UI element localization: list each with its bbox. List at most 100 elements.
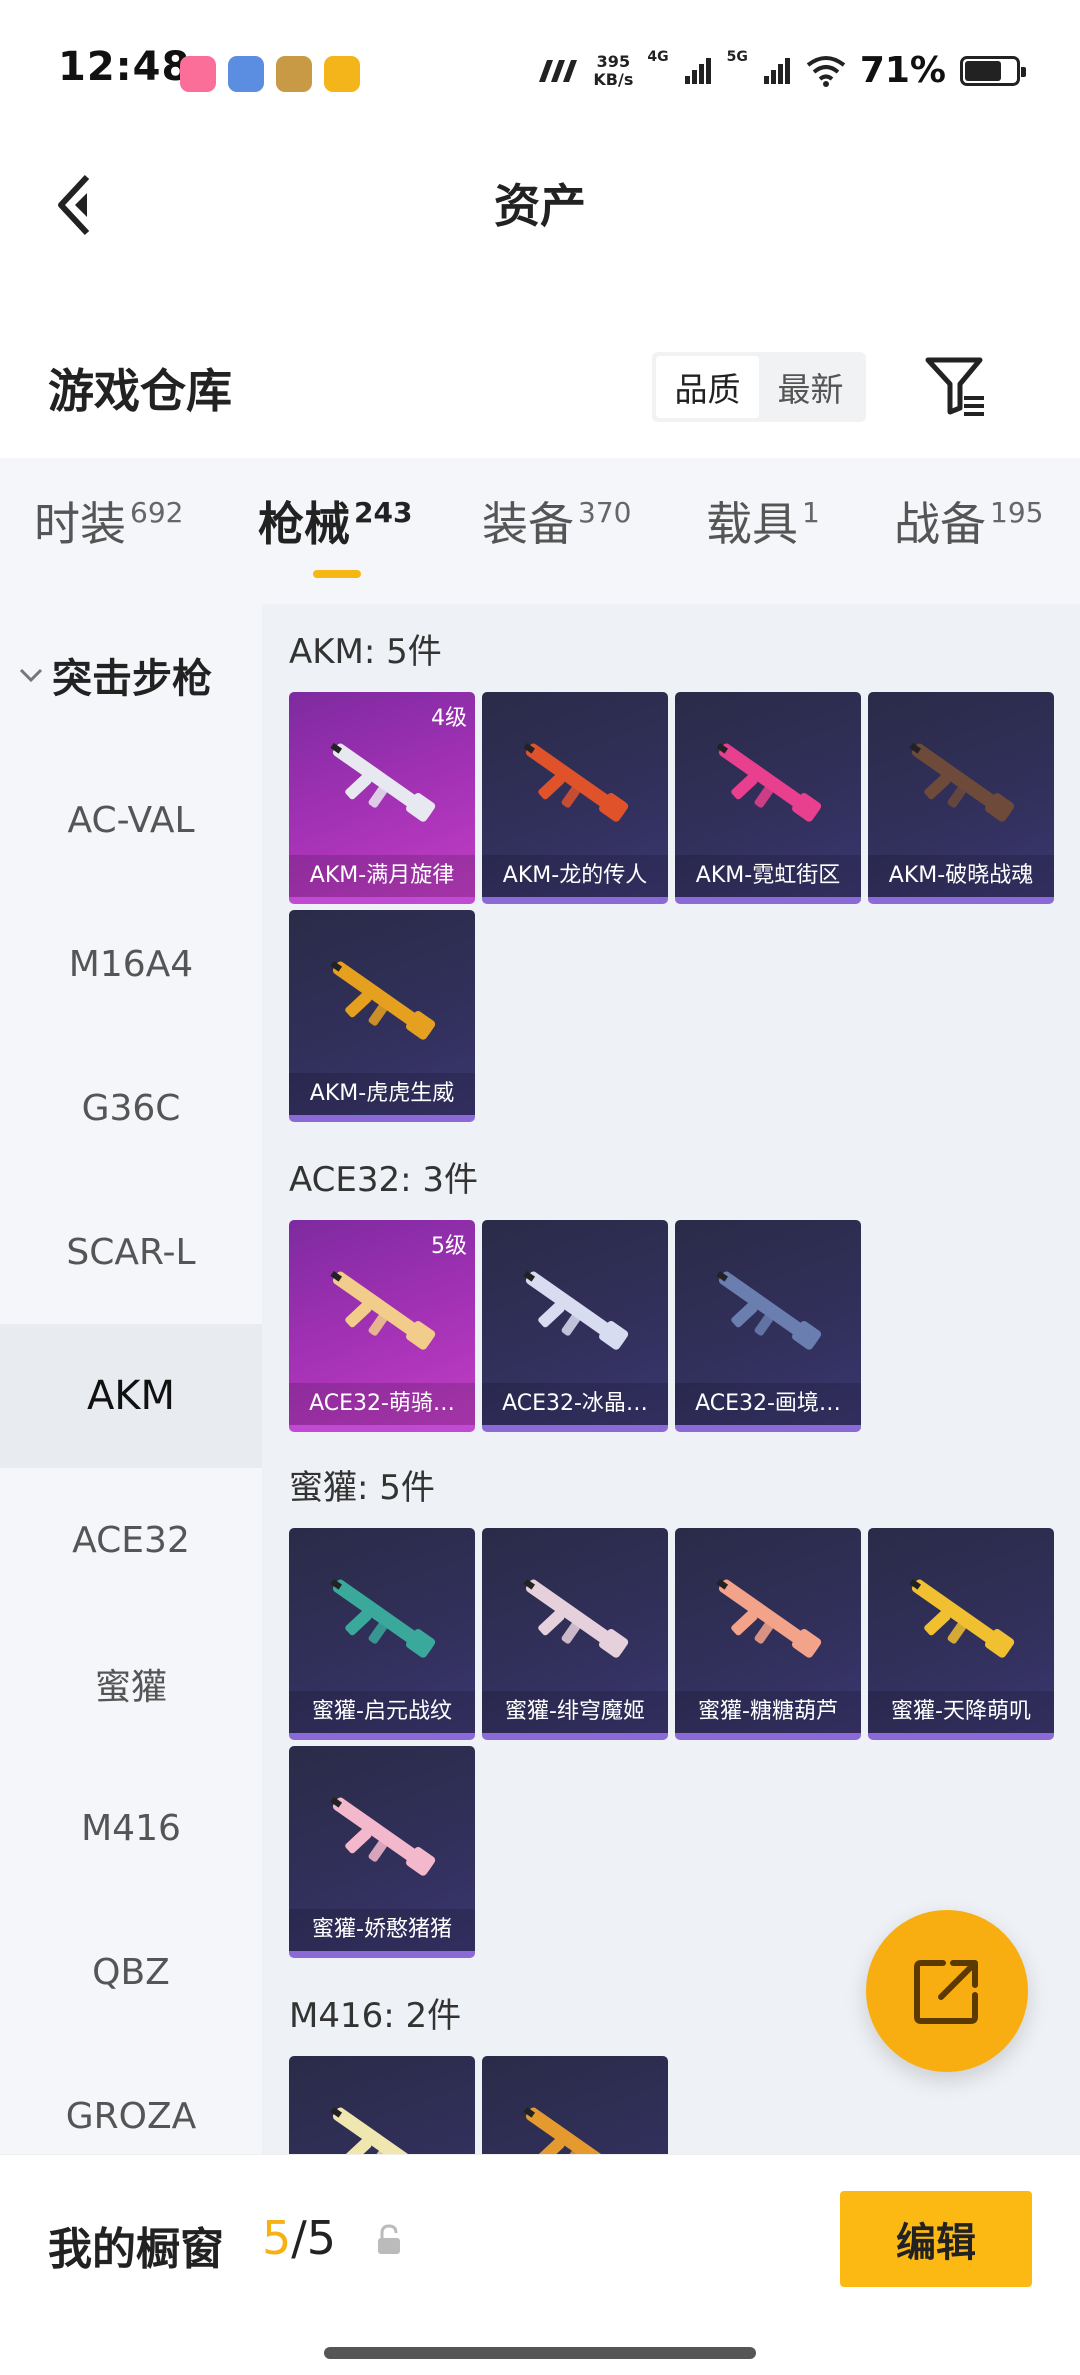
side-item-akm[interactable]: AKM — [0, 1324, 262, 1468]
weapon-card[interactable]: AKM-霓虹街区 — [675, 692, 861, 904]
rifle-icon — [716, 1270, 822, 1350]
tab-label: 枪械 — [258, 497, 350, 551]
side-item-m16a4[interactable]: M16A4 — [0, 892, 262, 1036]
notification-icons — [180, 56, 360, 92]
tab-label: 战备 — [894, 497, 986, 551]
tab-count: 370 — [578, 496, 632, 529]
showcase-title: 我的橱窗 — [48, 2224, 224, 2275]
weapon-card[interactable] — [289, 2056, 475, 2154]
level-badge: 4级 — [431, 706, 467, 731]
weapon-card-name: ACE32-萌骑… — [289, 1383, 475, 1425]
rifle-icon — [330, 2106, 433, 2154]
weapon-card[interactable]: 5级 ACE32-萌骑… — [289, 1220, 475, 1432]
showcase-total: 5 — [306, 2211, 337, 2265]
rifle-icon — [523, 2106, 626, 2154]
side-item-m416[interactable]: M416 — [0, 1756, 262, 1900]
weapon-card[interactable]: AKM-破晓战魂 — [868, 692, 1054, 904]
category-tabs: 时装 692 枪械 243 装备 370 载具 1 战备 195 — [0, 458, 1080, 604]
weapon-card[interactable]: 蜜獾-绯穹魔姬 — [482, 1528, 668, 1740]
tab-vehicles[interactable]: 载具 1 — [706, 488, 820, 554]
weapon-card-name: 蜜獾-娇憨猪猪 — [289, 1909, 475, 1951]
weapon-card-name: 蜜獾-绯穹魔姬 — [482, 1691, 668, 1733]
status-time: 12:48 — [58, 44, 191, 90]
side-item-ac-val[interactable]: AC-VAL — [0, 748, 262, 892]
side-item-qbz[interactable]: QBZ — [0, 1900, 262, 2044]
signal-label-2: 5G — [726, 48, 748, 65]
battery-tip — [1021, 66, 1026, 77]
tab-count: 243 — [354, 496, 413, 529]
chevron-down-icon — [19, 668, 43, 683]
group-title-akm: AKM: 5件 — [289, 632, 442, 672]
weapon-card-name: AKM-虎虎生威 — [289, 1073, 475, 1115]
weapon-side-nav: 突击步枪 AC-VAL M16A4 G36C SCAR-L AKM ACE32 … — [0, 604, 262, 2154]
rifle-icon — [330, 742, 436, 822]
weapon-card-name: AKM-霓虹街区 — [675, 855, 861, 897]
rifle-icon — [716, 742, 822, 822]
signal-bars-icon — [684, 57, 711, 84]
weapon-card[interactable]: 蜜獾-启元战纹 — [289, 1528, 475, 1740]
weapon-card[interactable]: AKM-龙的传人 — [482, 692, 668, 904]
tab-weapons[interactable]: 枪械 243 — [258, 488, 412, 554]
weapon-card[interactable]: 蜜獾-糖糖葫芦 — [675, 1528, 861, 1740]
weapon-card-name: AKM-龙的传人 — [482, 855, 668, 897]
battery-fill — [965, 60, 1001, 81]
status-bar: 12:48 395 KB/s 4G 5G 71% — [0, 0, 1080, 140]
side-category-header[interactable]: 突击步枪 — [18, 646, 212, 704]
showcase-count: 5/5 — [262, 2211, 336, 2265]
rifle-icon — [909, 1578, 1015, 1658]
rifle-icon — [330, 1578, 436, 1658]
sort-latest-option[interactable]: 最新 — [759, 356, 862, 418]
weapon-card[interactable]: ACE32-画境… — [675, 1220, 861, 1432]
pubg-app-icon — [276, 56, 312, 92]
side-category-label: 突击步枪 — [52, 656, 212, 702]
warehouse-title: 游戏仓库 — [48, 364, 232, 418]
weapon-card[interactable]: AKM-虎虎生威 — [289, 910, 475, 1122]
weapon-card-name: ACE32-画境… — [675, 1383, 861, 1425]
side-item-g36c[interactable]: G36C — [0, 1036, 262, 1180]
tab-outfits[interactable]: 时装 692 — [34, 488, 183, 554]
weapon-card[interactable] — [482, 2056, 668, 2154]
group-title-m416: M416: 2件 — [289, 1996, 462, 2036]
battery-icon — [960, 55, 1026, 86]
level-badge: 5级 — [431, 1234, 467, 1259]
share-icon — [914, 1960, 978, 2024]
rifle-icon — [523, 1578, 629, 1658]
net-speed-value: 395 — [596, 51, 631, 71]
filter-icon — [925, 357, 984, 416]
rifle-icon — [909, 742, 1015, 822]
rifle-icon — [330, 1270, 436, 1350]
side-item-scar-l[interactable]: SCAR-L — [0, 1180, 262, 1324]
group-title-ace32: ACE32: 3件 — [289, 1160, 479, 1200]
sort-quality-option[interactable]: 品质 — [656, 356, 759, 418]
rifle-icon — [523, 1270, 629, 1350]
tab-count: 195 — [990, 496, 1044, 529]
active-tab-indicator — [313, 570, 361, 578]
weapon-card-name: AKM-满月旋律 — [289, 855, 475, 897]
tab-war-supplies[interactable]: 战备 195 — [894, 488, 1043, 554]
weapon-card[interactable]: ACE32-冰晶… — [482, 1220, 668, 1432]
side-item-honey-badger[interactable]: 蜜獾 — [0, 1612, 262, 1756]
net-speed: 395 KB/s — [593, 51, 633, 89]
signal-label-1: 4G — [647, 48, 669, 65]
game-app-icon — [228, 56, 264, 92]
share-button[interactable] — [866, 1910, 1028, 2072]
weapon-card-name: 蜜獾-启元战纹 — [289, 1691, 475, 1733]
weapon-card[interactable]: 4级 AKM-满月旋律 — [289, 692, 475, 904]
side-item-ace32[interactable]: ACE32 — [0, 1468, 262, 1612]
network-logo-icon — [539, 59, 578, 82]
tab-label: 载具 — [706, 497, 798, 551]
sort-toggle: 品质 最新 — [652, 352, 866, 422]
status-right: 395 KB/s 4G 5G 71% — [535, 48, 1026, 91]
edit-button[interactable]: 编辑 — [840, 2191, 1032, 2287]
showcase-separator: / — [291, 2211, 307, 2265]
tab-equipment[interactable]: 装备 370 — [482, 488, 631, 554]
filter-button[interactable] — [922, 352, 990, 420]
weapon-card[interactable]: 蜜獾-天降萌叽 — [868, 1528, 1054, 1740]
home-indicator — [324, 2347, 756, 2359]
tab-count: 1 — [802, 496, 820, 529]
tab-count: 692 — [130, 496, 184, 529]
battery-percent: 71% — [859, 50, 946, 91]
tab-label: 时装 — [34, 497, 126, 551]
wifi-icon — [806, 55, 846, 87]
weapon-card[interactable]: 蜜獾-娇憨猪猪 — [289, 1746, 475, 1958]
